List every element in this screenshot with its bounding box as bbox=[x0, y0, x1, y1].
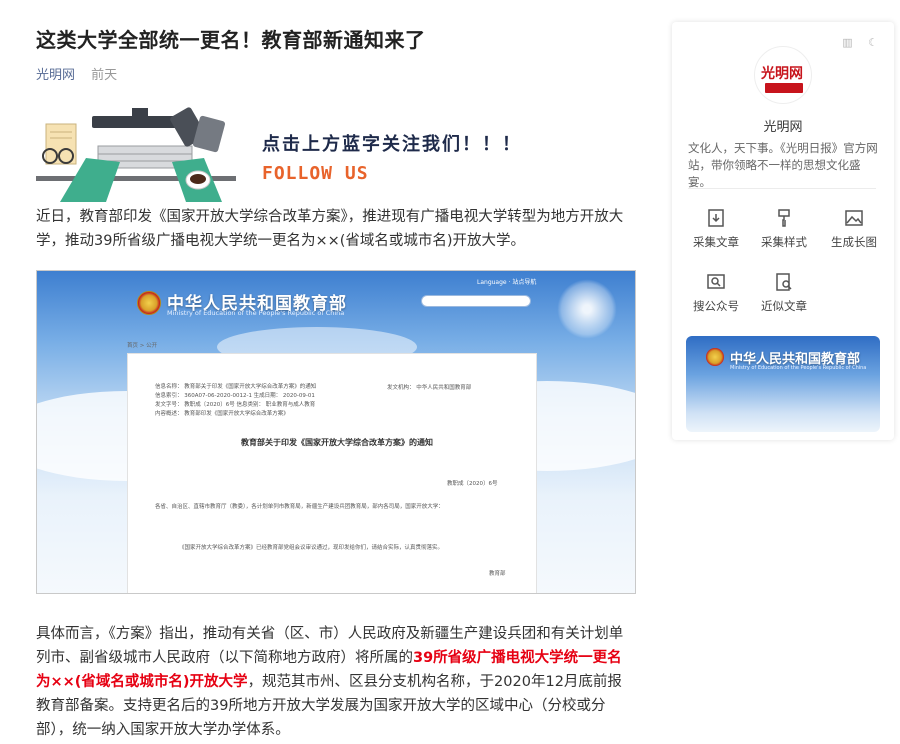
info-line: 发文字号： 教职成〔2020〕6号 信息类别： 职业教育与成人教育 bbox=[155, 402, 316, 408]
article: 这类大学全部统一更名！教育部新通知来了 光明网 前天 点击上方蓝字关注我们！！！… bbox=[0, 0, 660, 744]
paragraph-details: 具体而言，《方案》指出，推动有关省（区、市）人民政府及新疆生产建设兵团和有关计划… bbox=[36, 622, 636, 742]
notice-recipients: 各省、自治区、直辖市教育厅（教委），各计划单列市教育局，新疆生产建设兵团教育局，… bbox=[155, 504, 444, 510]
search-account-icon bbox=[707, 274, 725, 289]
tool-label: 采集样式 bbox=[761, 235, 807, 249]
info-line: 信息名称： 教育部关于印发《国家开放大学综合改革方案》的通知 bbox=[155, 384, 317, 390]
dandelion-decoration bbox=[557, 279, 617, 339]
notice-title: 教育部关于印发《国家开放大学综合改革方案》的通知 bbox=[241, 438, 433, 447]
ministry-notice-screenshot: 中华人民共和国教育部 Ministry of Education of the … bbox=[36, 270, 636, 594]
follow-us-english: FOLLOW US bbox=[262, 163, 369, 184]
banner-title-en: Ministry of Education of the People's Re… bbox=[730, 365, 867, 371]
info-line: 信息索引： 360A07-06-2020-0012-1 生成日期： 2020-0… bbox=[155, 393, 315, 399]
notice-body: 《国家开放大学综合改革方案》已经教育部党组会议审议通过，现印发给你们，请结合实际… bbox=[179, 545, 444, 551]
tool-label: 采集文章 bbox=[693, 235, 739, 249]
source-link[interactable]: 光明网 bbox=[36, 68, 75, 83]
download-doc-icon bbox=[708, 209, 724, 227]
tool-label: 生成长图 bbox=[831, 235, 877, 249]
gmw-logo-bar bbox=[765, 83, 803, 93]
ministry-name-en: Ministry of Education of the People's Re… bbox=[167, 309, 345, 317]
similar-doc-icon bbox=[776, 273, 792, 291]
divider bbox=[688, 188, 876, 189]
notice-signer: 教育部 bbox=[489, 571, 506, 577]
national-emblem-icon bbox=[137, 291, 161, 315]
account-description: 文化人，天下事。《光明日报》官方网站，带你领略不一样的思想文化盛宴。 bbox=[688, 141, 878, 189]
notice-info-block: 信息名称： 教育部关于印发《国家开放大学综合改革方案》的通知 信息索引： 360… bbox=[155, 383, 316, 419]
ministry-breadcrumb: 首页 > 公开 bbox=[127, 343, 158, 349]
similar-articles-button[interactable]: 近似文章 bbox=[752, 272, 816, 314]
collect-style-button[interactable]: 采集样式 bbox=[752, 208, 816, 250]
papers-icon bbox=[45, 123, 77, 165]
follow-us-text: 点击上方蓝字关注我们！！！ bbox=[262, 134, 522, 155]
tool-label: 近似文章 bbox=[761, 299, 807, 313]
paragraph-intro: 近日，教育部印发《国家开放大学综合改革方案》，推进现有广播电视大学转型为地方开放… bbox=[36, 209, 624, 249]
publish-time: 前天 bbox=[91, 68, 118, 83]
account-name[interactable]: 光明网 bbox=[672, 116, 894, 135]
notice-issuer: 发文机构： 中华人民共和国教育部 bbox=[387, 385, 472, 391]
reader-mode-icons[interactable]: ▥ ☾ bbox=[842, 36, 884, 49]
language-nav: Language · 站点导航 bbox=[477, 279, 537, 286]
article-title: 这类大学全部统一更名！教育部新通知来了 bbox=[36, 28, 426, 52]
collect-article-button[interactable]: 采集文章 bbox=[684, 208, 748, 250]
image-icon bbox=[845, 210, 863, 226]
info-line: 内容概述： 教育部印发《国家开放大学综合改革方案》 bbox=[155, 411, 289, 417]
ministry-ad-banner[interactable]: 中华人民共和国教育部 Ministry of Education of the … bbox=[686, 336, 880, 432]
article-meta: 光明网 前天 bbox=[36, 64, 117, 83]
notice-number: 教职成〔2020〕6号 bbox=[447, 481, 498, 487]
account-avatar[interactable]: 光明网 bbox=[754, 46, 812, 104]
paint-roller-icon bbox=[778, 209, 790, 227]
national-emblem-icon bbox=[706, 348, 724, 366]
tool-label: 搜公众号 bbox=[693, 299, 739, 313]
search-account-button[interactable]: 搜公众号 bbox=[684, 272, 748, 314]
gmw-logo-icon: 光明网 bbox=[761, 66, 803, 82]
account-sidebar: ▥ ☾ 光明网 光明网 文化人，天下事。《光明日报》官方网站，带你领略不一样的思… bbox=[672, 22, 894, 440]
coffee-cup-icon bbox=[185, 170, 211, 190]
generate-long-image-button[interactable]: 生成长图 bbox=[822, 208, 886, 250]
ministry-search-box bbox=[421, 295, 531, 307]
